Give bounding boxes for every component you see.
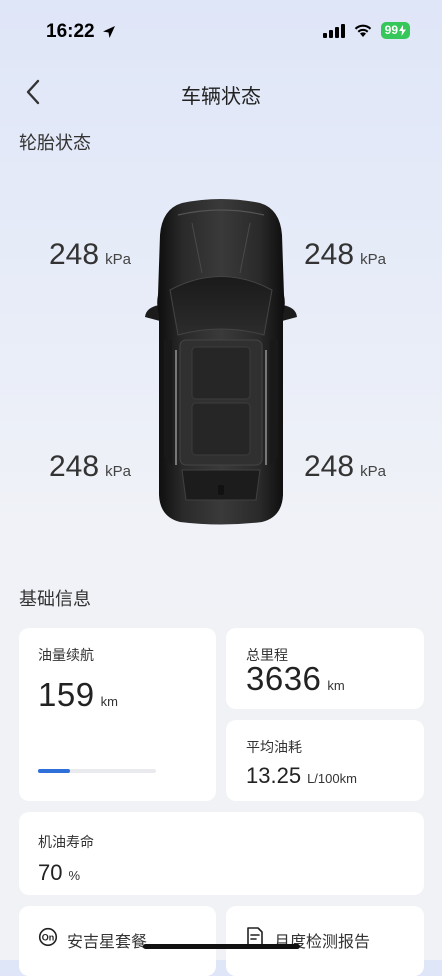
oil-life-card[interactable]: 机油寿命 70% — [19, 812, 424, 895]
battery-indicator: 99 — [380, 22, 410, 39]
cellular-signal-icon — [322, 23, 345, 38]
svg-text:On: On — [42, 933, 55, 943]
wifi-icon — [354, 24, 371, 37]
oil-life-label: 机油寿命 — [38, 834, 94, 850]
tire-pressure-value: 248 — [49, 450, 100, 483]
tire-pressure-unit: kPa — [105, 251, 131, 268]
fuel-range-unit: km — [100, 694, 118, 709]
oil-life-value: 70% — [38, 860, 80, 886]
avg-fuel-label: 平均油耗 — [246, 739, 302, 755]
report-link-card[interactable]: 月度检测报告 — [226, 906, 424, 976]
tire-pressure-unit: kPa — [360, 251, 386, 268]
tire-pressure-unit: kPa — [105, 463, 131, 480]
oil-life-number: 70 — [38, 860, 63, 885]
status-time-text: 16:22 — [46, 21, 95, 42]
total-mileage-number: 3636 — [246, 660, 322, 697]
total-mileage-unit: km — [327, 678, 345, 693]
fuel-progress-fill — [38, 769, 70, 773]
avg-fuel-number: 13.25 — [246, 763, 302, 788]
car-top-view-image — [145, 199, 297, 525]
charging-bolt-icon — [399, 25, 406, 36]
onstar-icon: On — [38, 927, 58, 947]
avg-fuel-card[interactable]: 平均油耗 13.25 L/100km — [226, 720, 424, 801]
avg-fuel-value: 13.25 L/100km — [246, 763, 357, 789]
tire-pressure-rear-right: 248 kPa — [304, 450, 386, 484]
avg-fuel-unit: L/100km — [307, 771, 357, 786]
basic-info-section-title: 基础信息 — [19, 589, 91, 609]
fuel-range-card[interactable]: 油量续航 159 km — [19, 628, 216, 801]
oil-life-unit: % — [68, 868, 81, 883]
tire-pressure-value: 248 — [304, 238, 355, 271]
fuel-range-value: 159 km — [38, 676, 118, 714]
total-mileage-card[interactable]: 总里程 3636 km — [226, 628, 424, 709]
fuel-range-label: 油量续航 — [38, 647, 94, 663]
page-title: 车辆状态 — [181, 86, 261, 108]
tire-pressure-value: 248 — [304, 450, 355, 483]
fuel-progress-bar — [38, 769, 156, 773]
location-arrow-icon — [102, 26, 115, 38]
tire-pressure-rear-left: 248 kPa — [49, 450, 131, 484]
tire-pressure-unit: kPa — [360, 463, 386, 480]
status-time: 16:22 — [46, 21, 117, 43]
tire-pressure-front-left: 248 kPa — [49, 238, 131, 272]
tire-pressure-value: 248 — [49, 238, 100, 271]
total-mileage-value: 3636 km — [246, 660, 345, 698]
home-indicator — [143, 944, 300, 949]
status-indicators: 99 — [322, 22, 410, 39]
package-link-label: 安吉星套餐 — [67, 934, 148, 951]
tire-pressure-front-right: 248 kPa — [304, 238, 386, 272]
fuel-range-number: 159 — [38, 676, 95, 713]
tire-section-title: 轮胎状态 — [19, 133, 91, 153]
package-link-card[interactable]: On 安吉星套餐 — [19, 906, 216, 976]
battery-level: 99 — [384, 23, 398, 37]
